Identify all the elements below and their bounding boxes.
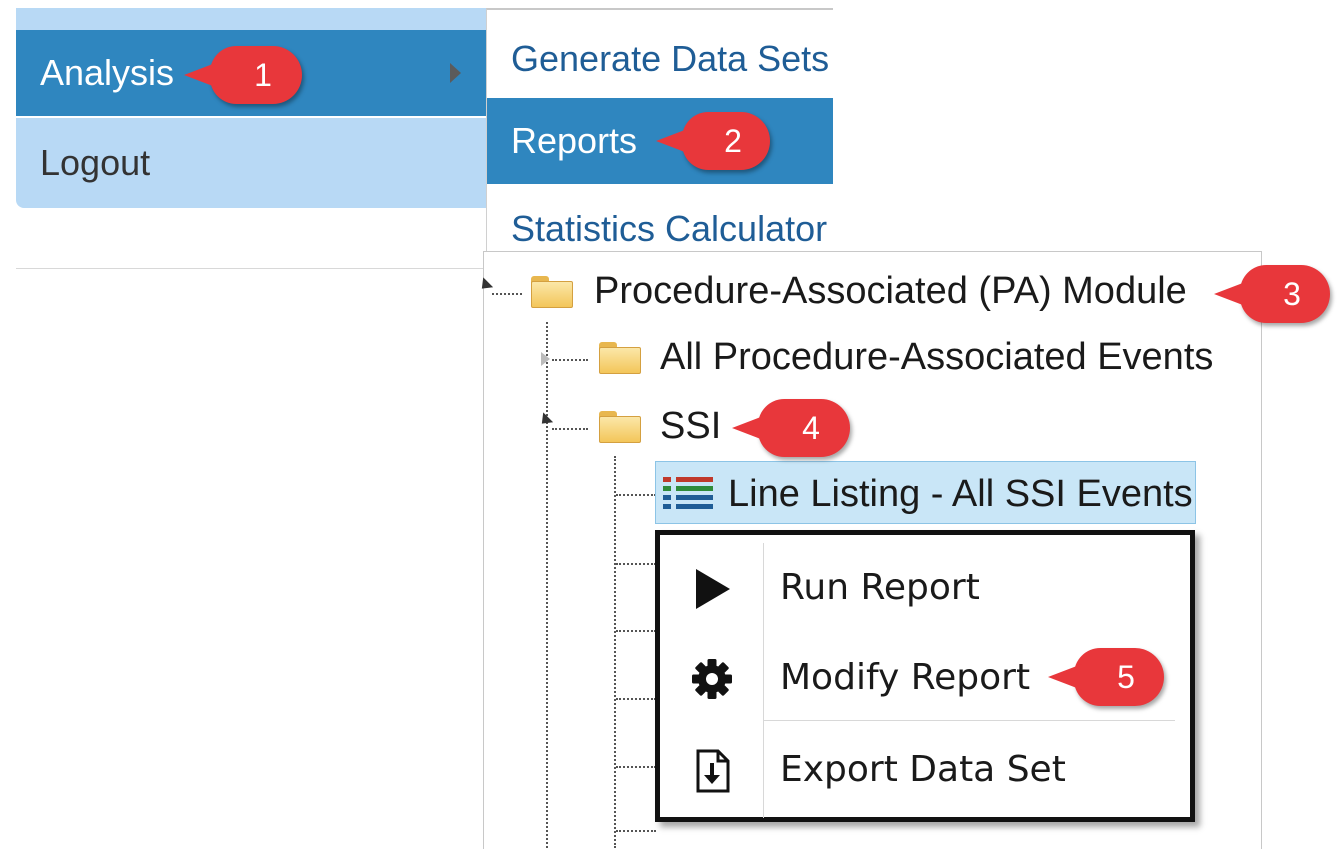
tree-connector [552,359,588,361]
callout-marker-5: 5 [1048,648,1164,706]
callout-marker-1: 1 [184,46,302,104]
nav-item-logout[interactable]: Logout [16,118,486,208]
menu-item-label: Export Data Set [780,749,1066,790]
tree-node-pa-module[interactable]: Procedure-Associated (PA) Module [594,270,1187,313]
tree-connector [616,630,656,632]
callout-number: 4 [802,409,820,446]
tree-connector [546,322,548,848]
callout-number: 2 [724,122,742,159]
folder-icon [599,411,641,443]
gear-icon [692,659,732,699]
submenu-item-label: Reports [511,120,638,161]
menu-item-run-report[interactable]: Run Report [660,545,1190,635]
tree-connector [616,698,656,700]
tree-node-all-pa-events[interactable]: All Procedure-Associated Events [660,336,1213,379]
submenu-item-label: Generate Data Sets [511,38,830,79]
tree-connector [614,456,616,848]
callout-marker-4: 4 [732,399,850,457]
tree-connector [492,293,522,295]
nav-item-previous[interactable] [16,8,486,30]
menu-item-label: Run Report [780,567,980,608]
export-file-icon [696,749,730,793]
folder-icon [599,342,641,374]
callout-marker-3: 3 [1214,265,1330,323]
tree-node-line-listing-label: Line Listing - All SSI Events [728,473,1193,515]
tree-connector [616,494,656,496]
nav-item-logout-label: Logout [40,142,151,183]
callout-marker-2: 2 [656,112,770,170]
tree-connector [616,563,656,565]
nav-item-analysis-label: Analysis [40,52,175,93]
submenu-arrow-icon [450,63,461,83]
tree-node-ssi[interactable]: SSI [660,405,721,448]
submenu-item-label: Statistics Calculator [511,208,828,249]
menu-item-export-data-set[interactable]: Export Data Set [660,727,1190,817]
tree-connector [616,766,656,768]
divider [16,268,486,269]
callout-number: 5 [1117,658,1135,695]
callout-number: 1 [254,56,272,93]
menu-item-label: Modify Report [780,657,1031,698]
line-listing-icon [663,477,713,509]
play-icon [696,569,730,609]
submenu-item-generate-data-sets[interactable]: Generate Data Sets [487,16,833,102]
expand-toggle-icon[interactable] [541,352,550,366]
tree-connector [552,428,588,430]
tree-connector [616,830,656,832]
callout-number: 3 [1283,275,1301,312]
folder-icon [531,276,573,308]
